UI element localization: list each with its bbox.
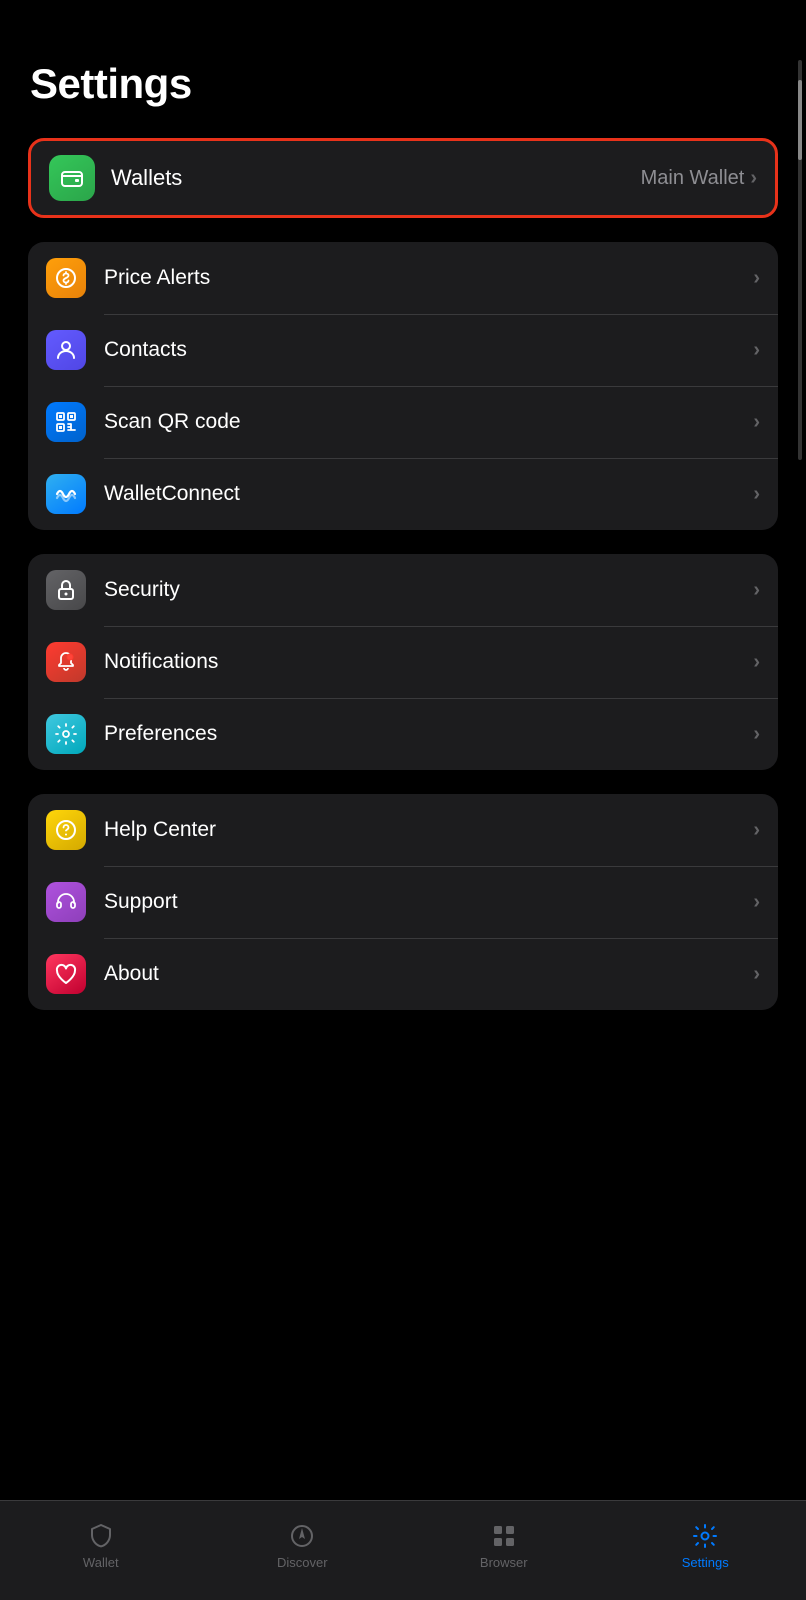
contacts-icon-wrap <box>46 330 86 370</box>
notifications-label: Notifications <box>104 650 753 674</box>
menu-item-price-alerts[interactable]: Price Alerts › <box>28 242 778 314</box>
wave-icon <box>54 482 78 506</box>
section-card-2: Security › Notifications › <box>28 554 778 770</box>
wallets-chevron: › <box>750 167 757 190</box>
walletconnect-label: WalletConnect <box>104 482 753 506</box>
tab-wallet[interactable]: Wallet <box>0 1521 202 1570</box>
walletconnect-chevron: › <box>753 483 760 506</box>
contacts-label: Contacts <box>104 338 753 362</box>
wallets-label: Wallets <box>111 165 641 191</box>
help-center-icon-wrap <box>46 810 86 850</box>
help-center-label: Help Center <box>104 818 753 842</box>
scan-qr-icon-wrap <box>46 402 86 442</box>
menu-item-support[interactable]: Support › <box>28 866 778 938</box>
gear-tab-icon <box>690 1521 720 1551</box>
price-alerts-chevron: › <box>753 267 760 290</box>
security-chevron: › <box>753 579 760 602</box>
scan-qr-chevron: › <box>753 411 760 434</box>
menu-item-preferences[interactable]: Preferences › <box>28 698 778 770</box>
about-label: About <box>104 962 753 986</box>
tab-settings[interactable]: Settings <box>605 1521 806 1570</box>
qr-icon <box>54 410 78 434</box>
menu-item-about[interactable]: About › <box>28 938 778 1010</box>
tab-bar: Wallet Discover Browser <box>0 1500 806 1600</box>
scan-qr-label: Scan QR code <box>104 410 753 434</box>
tab-discover[interactable]: Discover <box>202 1521 404 1570</box>
support-label: Support <box>104 890 753 914</box>
about-icon-wrap <box>46 954 86 994</box>
scrollbar-thumb <box>798 80 802 160</box>
price-alerts-icon-wrap <box>46 258 86 298</box>
menu-item-scan-qr[interactable]: Scan QR code › <box>28 386 778 458</box>
dollar-icon <box>54 266 78 290</box>
menu-item-security[interactable]: Security › <box>28 554 778 626</box>
compass-tab-icon <box>287 1521 317 1551</box>
preferences-chevron: › <box>753 723 760 746</box>
price-alerts-label: Price Alerts <box>104 266 753 290</box>
support-chevron: › <box>753 891 760 914</box>
headphone-icon <box>54 890 78 914</box>
notifications-icon-wrap <box>46 642 86 682</box>
tab-settings-label: Settings <box>682 1555 729 1570</box>
notifications-chevron: › <box>753 651 760 674</box>
heart-icon <box>54 962 78 986</box>
help-center-chevron: › <box>753 819 760 842</box>
grid-tab-icon <box>489 1521 519 1551</box>
section-card-1: Price Alerts › Contacts › <box>28 242 778 530</box>
tab-browser-label: Browser <box>480 1555 528 1570</box>
tab-wallet-label: Wallet <box>83 1555 119 1570</box>
support-icon-wrap <box>46 882 86 922</box>
wallets-icon-wrap <box>49 155 95 201</box>
menu-item-notifications[interactable]: Notifications › <box>28 626 778 698</box>
person-icon <box>54 338 78 362</box>
security-icon-wrap <box>46 570 86 610</box>
tab-discover-label: Discover <box>277 1555 328 1570</box>
contacts-chevron: › <box>753 339 760 362</box>
page-title: Settings <box>30 60 776 108</box>
lock-icon <box>54 578 78 602</box>
shield-tab-icon <box>86 1521 116 1551</box>
tab-browser[interactable]: Browser <box>403 1521 605 1570</box>
preferences-icon-wrap <box>46 714 86 754</box>
menu-item-walletconnect[interactable]: WalletConnect › <box>28 458 778 530</box>
menu-item-help-center[interactable]: Help Center › <box>28 794 778 866</box>
question-icon <box>54 818 78 842</box>
wallets-row[interactable]: Wallets Main Wallet › <box>28 138 778 218</box>
security-label: Security <box>104 578 753 602</box>
bell-icon <box>54 650 78 674</box>
preferences-label: Preferences <box>104 722 753 746</box>
wallets-value: Main Wallet <box>641 167 745 190</box>
walletconnect-icon-wrap <box>46 474 86 514</box>
section-card-3: Help Center › Support › About <box>28 794 778 1010</box>
about-chevron: › <box>753 963 760 986</box>
scrollbar-track[interactable] <box>798 60 802 460</box>
gear-icon <box>54 722 78 746</box>
wallet-icon <box>59 165 85 191</box>
page-container: Settings Wallets Main Wallet › Price Al <box>0 0 806 1600</box>
header: Settings <box>0 0 806 128</box>
menu-item-contacts[interactable]: Contacts › <box>28 314 778 386</box>
